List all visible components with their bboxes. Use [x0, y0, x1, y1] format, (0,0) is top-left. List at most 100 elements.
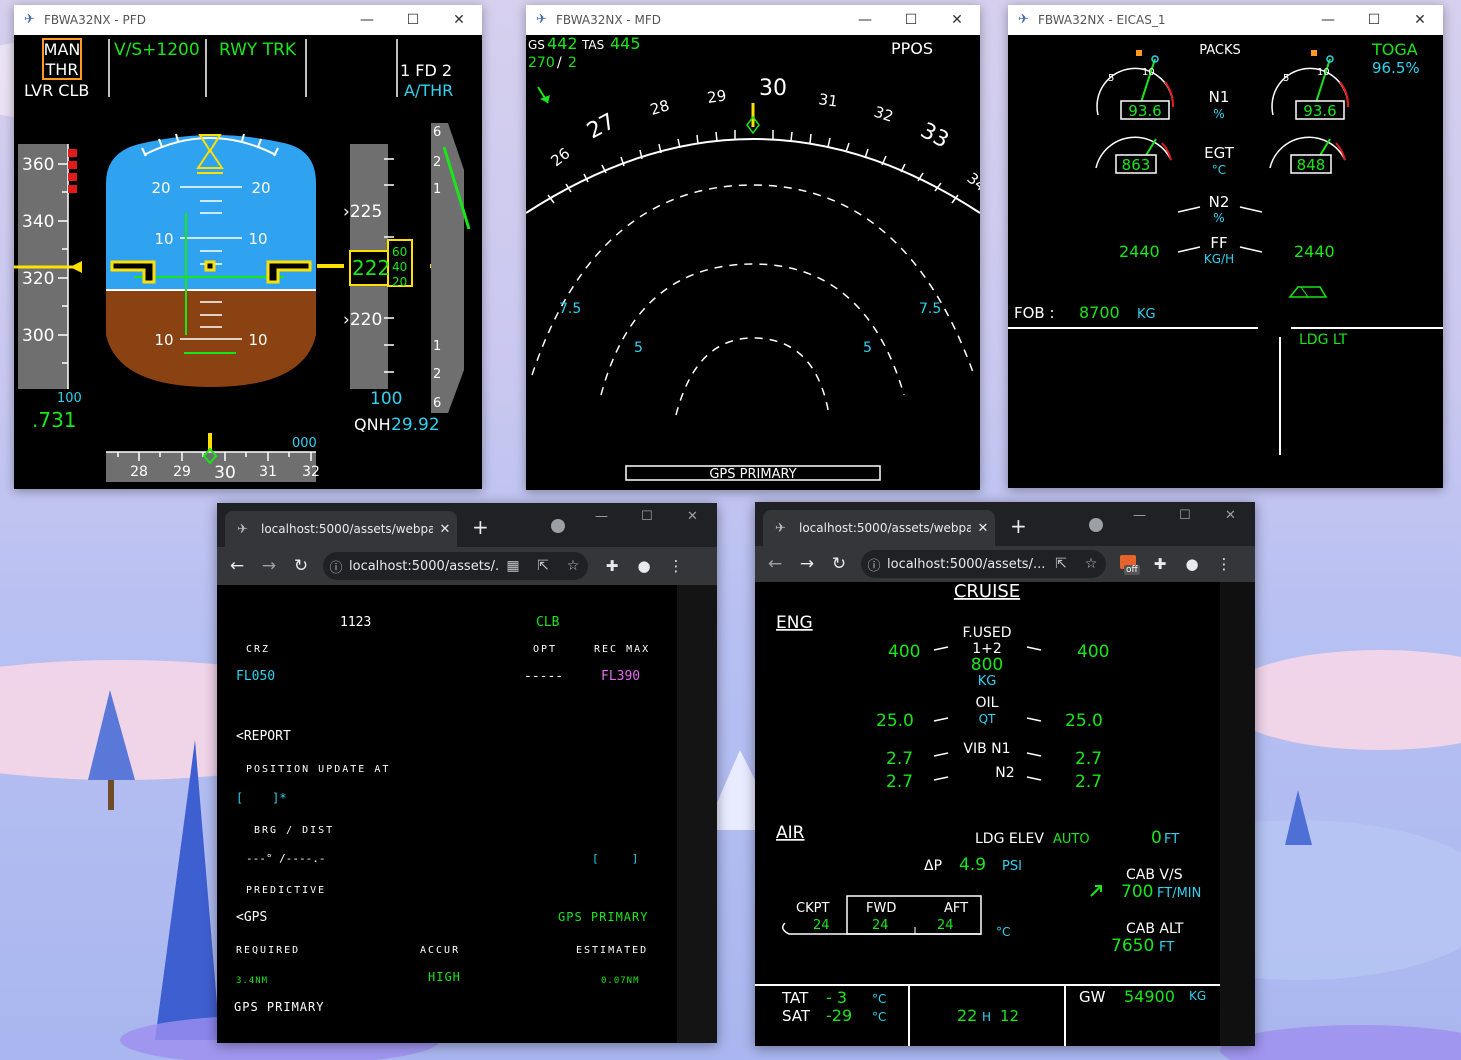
cab-vs-unit: FT/MIN	[1157, 886, 1201, 901]
scratchpad: GPS PRIMARY	[234, 1000, 324, 1014]
sd-page-title: CRUISE	[954, 582, 1020, 602]
extension-badge-icon[interactable]: off	[1112, 555, 1144, 575]
report-link[interactable]: <REPORT	[236, 729, 291, 744]
cab-alt-label: CAB ALT	[1126, 921, 1184, 937]
maximize-button[interactable]: ☐	[888, 12, 934, 28]
browser-tab[interactable]: ✈ localhost:5000/assets/webpanel ✕	[225, 511, 457, 547]
fma-man: MAN	[44, 40, 81, 59]
fused-value: 800	[971, 655, 1003, 675]
compass-27: 27	[583, 109, 619, 144]
utc-minutes: 12	[1000, 1007, 1019, 1025]
recmax-value: FL390	[601, 669, 640, 684]
ff-right-value: 2440	[1294, 242, 1335, 261]
display-mode: PPOS	[891, 39, 933, 58]
thrust-value: 96.5%	[1372, 59, 1420, 77]
mfd-titlebar[interactable]: ✈ FBWA32NX - MFD — ☐ ✕	[526, 5, 980, 35]
eng-section: ENG	[776, 613, 813, 633]
profile-avatar-icon[interactable]: ●	[1176, 555, 1208, 573]
close-button[interactable]: ✕	[687, 509, 698, 524]
address-url[interactable]: localhost:5000/assets/...	[887, 557, 1046, 572]
pitch-minus-10-left: 10	[154, 331, 173, 349]
tab-search-icon[interactable]	[1089, 518, 1103, 532]
egt-right-value: 848	[1297, 156, 1326, 174]
compass-arc	[526, 138, 980, 214]
minimize-button[interactable]: —	[1133, 508, 1146, 523]
range-rings	[531, 184, 975, 416]
fma-athr: A/THR	[404, 81, 453, 100]
maximize-button[interactable]: ☐	[641, 509, 653, 524]
new-tab-icon[interactable]: +	[472, 515, 489, 539]
position-update-field[interactable]: [ ]*	[236, 791, 287, 805]
close-button[interactable]: ✕	[436, 12, 482, 28]
mach-number: .731	[32, 408, 77, 432]
info-icon[interactable]: ⓘ	[323, 557, 349, 576]
open-external-icon[interactable]: ⇱	[1046, 556, 1076, 572]
tat-value: - 3	[826, 988, 847, 1007]
close-button[interactable]: ✕	[934, 12, 980, 28]
ff-unit: KG/H	[1204, 252, 1234, 266]
reload-icon[interactable]: ↻	[823, 554, 855, 574]
tab-search-icon[interactable]	[551, 519, 565, 533]
address-bar[interactable]: ⓘ localhost:5000/assets/... ⇱ ☆	[861, 550, 1106, 578]
browser-menu-icon[interactable]: ⋮	[1208, 555, 1240, 573]
address-bar[interactable]: ⓘ localhost:5000/assets/... ▦ ⇱ ☆	[323, 552, 588, 580]
browser-tab[interactable]: ✈ localhost:5000/assets/webpanel ✕	[763, 510, 995, 546]
reload-icon[interactable]: ↻	[285, 556, 317, 576]
profile-avatar-icon[interactable]: ●	[628, 557, 660, 575]
maximize-button[interactable]: ☐	[390, 12, 436, 28]
bookmark-star-icon[interactable]: ☆	[1076, 556, 1106, 572]
minimize-button[interactable]: —	[595, 509, 608, 524]
extensions-puzzle-icon[interactable]: ✚	[1144, 555, 1176, 573]
egt-label: EGT	[1204, 144, 1235, 162]
browser-menu-icon[interactable]: ⋮	[660, 557, 692, 575]
maximize-button[interactable]: ☐	[1351, 12, 1397, 28]
ldg-elev-label: LDG ELEV	[975, 831, 1044, 847]
forward-arrow-icon[interactable]: →	[253, 556, 285, 576]
open-external-icon[interactable]: ⇱	[528, 558, 558, 574]
opt-value: -----	[524, 669, 563, 684]
gps-link[interactable]: <GPS	[236, 910, 267, 925]
minimize-button[interactable]: —	[344, 12, 390, 28]
airplane-icon: ✈	[24, 12, 35, 27]
window-title: FBWA32NX - MFD	[556, 13, 662, 27]
vs-tick-2-up: 2	[433, 155, 441, 170]
extension-badge-text: off	[1124, 565, 1140, 575]
compass-30: 30	[759, 76, 787, 101]
egt-unit: °C	[1212, 163, 1226, 177]
hdg-tick-31: 31	[259, 464, 277, 480]
brg-dist-label: BRG / DIST	[254, 825, 334, 836]
bookmark-star-icon[interactable]: ☆	[558, 558, 588, 574]
qr-code-icon[interactable]: ▦	[498, 558, 528, 574]
tat-unit: °C	[872, 992, 886, 1006]
oil-right: 25.0	[1065, 711, 1103, 731]
fob-label: FOB :	[1014, 304, 1055, 322]
fma-fd: 1 FD 2	[400, 61, 452, 80]
info-icon[interactable]: ⓘ	[861, 555, 887, 574]
eicas-titlebar[interactable]: ✈ FBWA32NX - EICAS_1 — ☐ ✕	[1008, 5, 1443, 35]
recmax-label: REC MAX	[594, 644, 650, 655]
extensions-puzzle-icon[interactable]: ✚	[596, 557, 628, 575]
minimize-button[interactable]: —	[842, 12, 888, 28]
tab-close-icon[interactable]: ✕	[971, 521, 995, 536]
address-url[interactable]: localhost:5000/assets/...	[349, 559, 498, 574]
forward-arrow-icon[interactable]: →	[791, 554, 823, 574]
gw-unit: KG	[1189, 989, 1206, 1003]
brg-dist-field[interactable]: [ ]	[592, 852, 638, 865]
pfd-titlebar[interactable]: ✈ FBWA32NX - PFD — ☐ ✕	[14, 5, 482, 35]
tab-close-icon[interactable]: ✕	[433, 522, 457, 537]
vs-tick-1-up: 1	[433, 182, 441, 197]
pfd-screen: MAN THR LVR CLB V/S+1200 RWY TRK 1 FD 2 …	[14, 35, 482, 489]
back-arrow-icon[interactable]: ←	[221, 556, 253, 576]
n1-left-value: 93.6	[1128, 102, 1161, 120]
back-arrow-icon[interactable]: ←	[759, 554, 791, 574]
mcdu-phase: CLB	[536, 615, 560, 630]
crz-value[interactable]: FL050	[236, 669, 275, 684]
close-button[interactable]: ✕	[1225, 508, 1236, 523]
n1-label: N1	[1209, 88, 1230, 106]
close-button[interactable]: ✕	[1397, 12, 1443, 28]
maximize-button[interactable]: ☐	[1179, 508, 1191, 523]
new-tab-icon[interactable]: +	[1010, 514, 1027, 538]
minimize-button[interactable]: —	[1305, 12, 1351, 28]
accur-value: HIGH	[428, 970, 461, 984]
n1-left-10: 10	[1142, 67, 1155, 78]
